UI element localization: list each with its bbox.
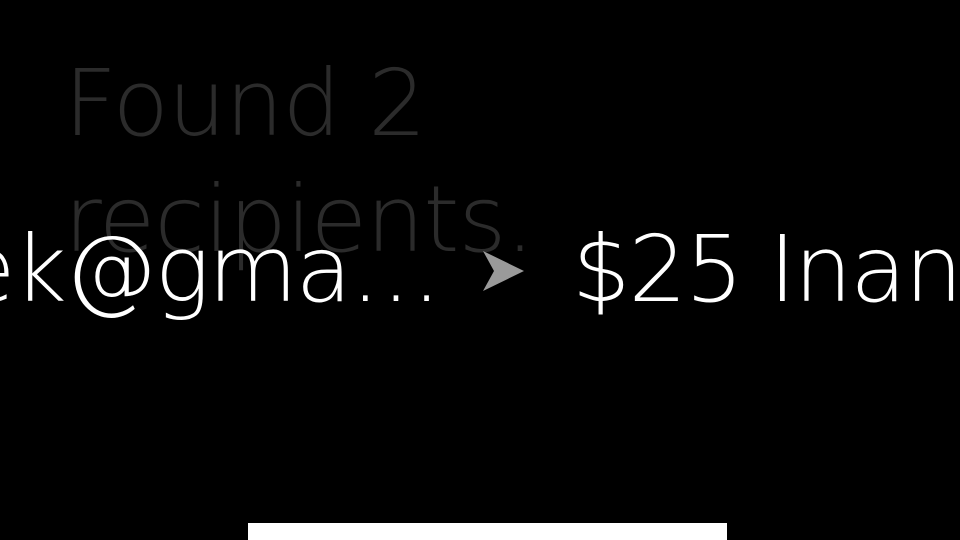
glass-card-screen: Found 2 recipients. ek@gma… $25 Inan — [0, 0, 960, 540]
send-arrow-icon — [483, 251, 524, 291]
recipient-carousel-row[interactable]: ek@gma… $25 Inan — [0, 208, 960, 332]
card-scroll-indicator — [248, 523, 727, 540]
payment-amount-and-name[interactable]: $25 Inan — [572, 208, 960, 332]
recipient-email-address[interactable]: ek@gma… — [0, 208, 442, 332]
heading-line-1: Found 2 — [64, 50, 427, 157]
